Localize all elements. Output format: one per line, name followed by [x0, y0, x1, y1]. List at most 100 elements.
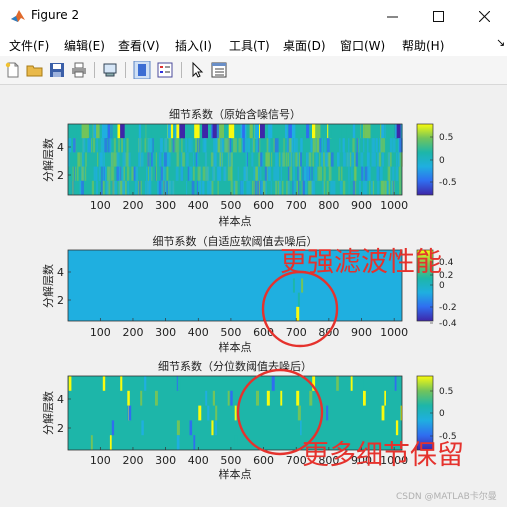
- menu-overflow-icon[interactable]: ↘: [496, 36, 505, 49]
- heatmap-cell: [126, 152, 129, 167]
- heatmap-cell: [352, 124, 356, 139]
- print-preview-icon[interactable]: [101, 61, 119, 79]
- heatmap-cell: [376, 138, 378, 153]
- heatmap-cell: [141, 420, 144, 436]
- heatmap-cell: [234, 138, 237, 153]
- heatmap-cell: [150, 138, 152, 153]
- heatmap-cell: [256, 138, 259, 153]
- heatmap-cell: [392, 166, 395, 181]
- heatmap-cell: [354, 152, 356, 167]
- heatmap-cell: [254, 180, 256, 195]
- heatmap-cell: [246, 180, 248, 195]
- heatmap-cell: [160, 166, 163, 181]
- heatmap-cell: [189, 166, 191, 181]
- menu-file[interactable]: 文件(F): [9, 37, 49, 54]
- heatmap-cell: [350, 376, 353, 391]
- menu-desktop[interactable]: 桌面(D): [283, 37, 326, 54]
- menu-window[interactable]: 窗口(W): [340, 37, 385, 54]
- heatmap-cell: [156, 124, 159, 139]
- colorbar-tick-label: 0: [439, 409, 445, 419]
- heatmap-cell: [367, 166, 370, 181]
- heatmap-cell: [341, 124, 347, 139]
- heatmap-cell: [166, 180, 168, 195]
- heatmap-cell: [81, 166, 84, 181]
- heatmap-cell: [341, 166, 343, 181]
- heatmap-cell: [158, 152, 162, 167]
- subplot-1[interactable]: 细节系数（原始含噪信号） 100 200 300 400 500 600 700 800 900 1…: [41, 107, 457, 228]
- print-icon[interactable]: [70, 61, 88, 79]
- menu-view[interactable]: 查看(V): [118, 37, 160, 54]
- heatmap-cell: [359, 180, 361, 195]
- heatmap-cell: [325, 152, 329, 167]
- heatmap-cell: [322, 180, 324, 195]
- heatmap-cell: [317, 166, 320, 181]
- heatmap-cell: [396, 152, 398, 167]
- heatmap-cell: [166, 166, 169, 181]
- pointer-icon[interactable]: [188, 61, 206, 79]
- heatmap-cell: [273, 138, 275, 153]
- heatmap-cell: [259, 124, 265, 139]
- save-icon[interactable]: [48, 61, 66, 79]
- colorbar[interactable]: [416, 123, 434, 196]
- open-folder-icon[interactable]: [26, 61, 44, 79]
- heatmap-cell: [254, 124, 259, 139]
- heatmap-cell: [365, 124, 370, 139]
- heatmap-cell: [280, 166, 283, 181]
- heatmap-cell: [122, 180, 125, 195]
- heatmap-cell: [76, 166, 79, 181]
- heatmap-cell: [249, 124, 253, 139]
- menu-edit[interactable]: 编辑(E): [64, 37, 105, 54]
- toolbar: [0, 56, 507, 85]
- heatmap-cell: [207, 166, 210, 181]
- heatmap-cell: [360, 152, 364, 167]
- heatmap-cell: [142, 124, 146, 139]
- heatmap-cell: [363, 390, 366, 406]
- heatmap-cell: [293, 166, 295, 181]
- heatmap-cell: [128, 405, 132, 421]
- colorbar-tick-label: 0: [439, 281, 445, 291]
- heatmap-cell: [266, 390, 270, 406]
- heatmap-cell: [116, 166, 119, 181]
- heatmap-cell: [300, 420, 302, 436]
- heatmap-cell: [148, 180, 152, 195]
- heatmap-cell: [351, 152, 355, 167]
- y-axis-label: 分解层数: [41, 391, 55, 435]
- insert-legend-icon[interactable]: [156, 61, 174, 79]
- menu-insert[interactable]: 插入(I): [175, 37, 212, 54]
- heatmap-cell: [339, 138, 341, 153]
- heatmap-cell: [252, 138, 255, 153]
- heatmap-cell: [348, 166, 350, 181]
- new-file-icon[interactable]: [4, 61, 22, 79]
- maximize-button[interactable]: [415, 0, 461, 32]
- heatmap-cell: [188, 138, 191, 153]
- heatmap-cell: [271, 152, 273, 167]
- heatmap-cell: [168, 138, 172, 153]
- menu-tools[interactable]: 工具(T): [229, 37, 270, 54]
- heatmap-cell: [207, 405, 210, 421]
- heatmap-cell: [172, 138, 175, 153]
- heatmap-cell: [319, 152, 321, 167]
- heatmap-cell: [349, 152, 352, 167]
- heatmap-cell: [252, 180, 254, 195]
- heatmap-cell: [202, 138, 204, 153]
- link-plot-icon[interactable]: [133, 61, 151, 79]
- minimize-button[interactable]: [369, 0, 415, 32]
- heatmap-cell: [256, 390, 259, 406]
- heatmap-cell: [316, 124, 321, 139]
- menu-help[interactable]: 帮助(H): [402, 37, 444, 54]
- heatmap-cell: [234, 435, 238, 450]
- heatmap-cell: [191, 138, 193, 153]
- heatmap-cell: [276, 166, 280, 181]
- heatmap-cell: [383, 180, 386, 195]
- heatmap-cell: [384, 390, 386, 406]
- heatmap-cell: [269, 124, 273, 139]
- heatmap-cell: [299, 166, 301, 181]
- close-button[interactable]: [461, 0, 507, 32]
- heatmap-cell: [84, 166, 87, 181]
- property-editor-icon[interactable]: [210, 61, 228, 79]
- heatmap-cell: [372, 180, 375, 195]
- x-tick-label: 100: [90, 454, 111, 467]
- heatmap-cell: [296, 306, 300, 321]
- heatmap-cell: [290, 166, 292, 181]
- heatmap-cell: [305, 180, 308, 195]
